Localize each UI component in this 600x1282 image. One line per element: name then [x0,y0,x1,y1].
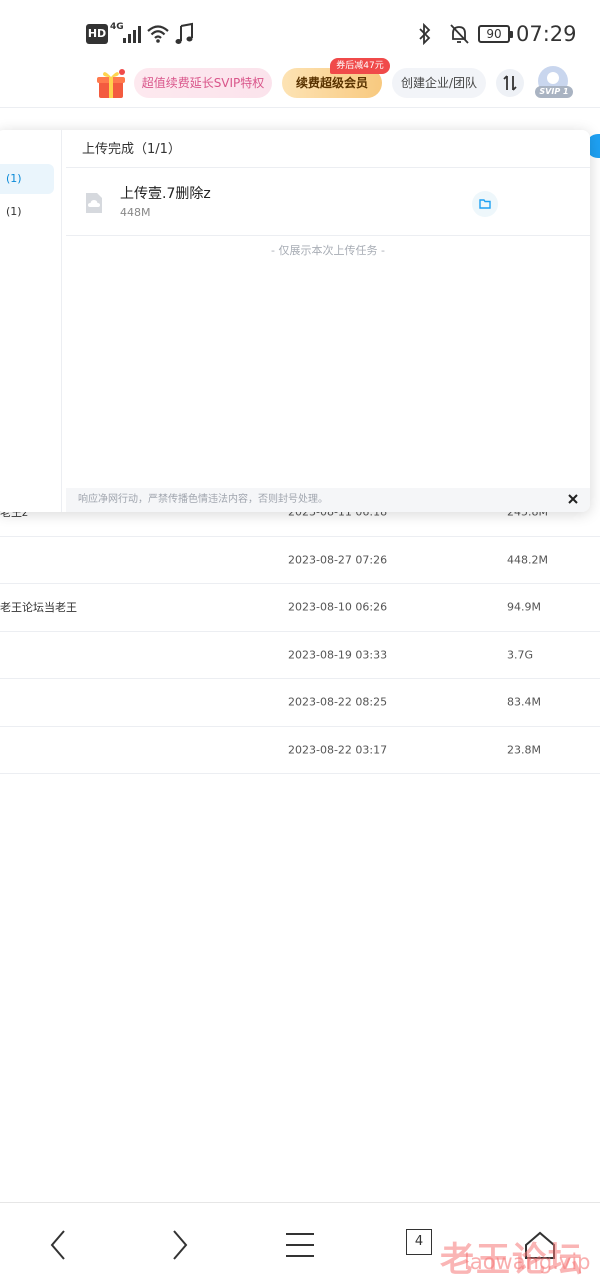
signal-icon [123,26,141,43]
menu-icon[interactable] [280,1225,320,1265]
discount-badge: 券后减47元 [330,58,390,74]
table-row[interactable]: 老王论坛当老王 2023-08-10 06:26 94.9M [0,584,600,632]
cloud-file-icon [86,193,102,213]
upload-panel: (1) (1) 上传完成（1/1） 上传壹.7删除z 448M - 仅展示本次上… [0,130,590,512]
file-date: 2023-08-27 07:26 [288,553,388,567]
folder-icon [479,199,491,209]
table-row[interactable]: 2023-08-19 03:33 3.7G [0,632,600,679]
file-size: 448.2M [507,553,548,567]
wifi-icon [147,25,169,43]
status-bar: HD 4G 90 07:29 [0,0,600,64]
table-row[interactable]: 2023-08-22 03:17 23.8M [0,727,600,774]
compliance-notice-text: 响应净网行动，严禁传播色情违法内容，否则封号处理。 [78,494,328,505]
file-date: 2023-08-10 06:26 [288,600,388,614]
sidebar-item-downloads[interactable]: (1) [0,197,54,227]
app-top-bar: 超值续费延长SVIP特权 续费超级会员 券后减47元 创建企业/团队 SVIP … [0,58,600,108]
file-date: 2023-08-22 08:25 [288,695,388,709]
upload-panel-sidebar: (1) (1) [0,130,62,512]
file-list: 老王z 2023-08-11 06:18 245.8M 2023-08-27 0… [0,489,600,774]
table-row[interactable]: 2023-08-27 07:26 448.2M [0,537,600,584]
file-size: 3.7G [507,648,534,662]
svip-level-badge: SVIP 1 [535,86,573,98]
forward-icon[interactable] [160,1225,200,1265]
file-date: 2023-08-19 03:33 [288,648,388,662]
table-row[interactable]: 2023-08-22 08:25 83.4M [0,679,600,727]
bell-muted-icon [450,24,469,44]
file-size: 23.8M [507,743,541,757]
watermark-url: laowang.vip [464,1250,591,1274]
bluetooth-icon [419,23,431,45]
clock: 07:29 [516,22,577,46]
create-team-button[interactable]: 创建企业/团队 [392,68,486,98]
file-name: 老王论坛当老王 [0,601,77,615]
open-folder-button[interactable] [472,191,498,217]
compliance-notice: 响应净网行动，严禁传播色情违法内容，否则封号处理。 [66,488,590,512]
close-icon[interactable] [566,492,580,506]
upload-file-name: 上传壹.7删除z [120,186,211,202]
music-icon [175,22,193,44]
svip-promo-button[interactable]: 超值续费延长SVIP特权 [134,68,272,98]
hd-icon: HD [86,24,108,44]
upload-panel-title: 上传完成（1/1） [66,130,590,168]
screen: HD 4G 90 07:29 超值续费延长SVIP特权 续费超级会员 券后减47… [0,0,600,1282]
gift-icon[interactable] [96,68,126,100]
file-date: 2023-08-22 03:17 [288,743,388,757]
file-size: 94.9M [507,600,541,614]
battery-icon: 90 [478,25,513,43]
transfer-icon [503,75,517,91]
back-icon[interactable] [38,1225,78,1265]
upload-scope-hint: - 仅展示本次上传任务 - [271,244,385,257]
transfer-list-button[interactable] [496,69,524,97]
upload-file-size: 448M [120,206,151,219]
upload-file-row[interactable]: 上传壹.7删除z 448M [66,170,590,236]
file-size: 83.4M [507,695,541,709]
tabs-button[interactable]: 4 [406,1229,432,1255]
sidebar-item-uploads[interactable]: (1) [0,164,54,194]
